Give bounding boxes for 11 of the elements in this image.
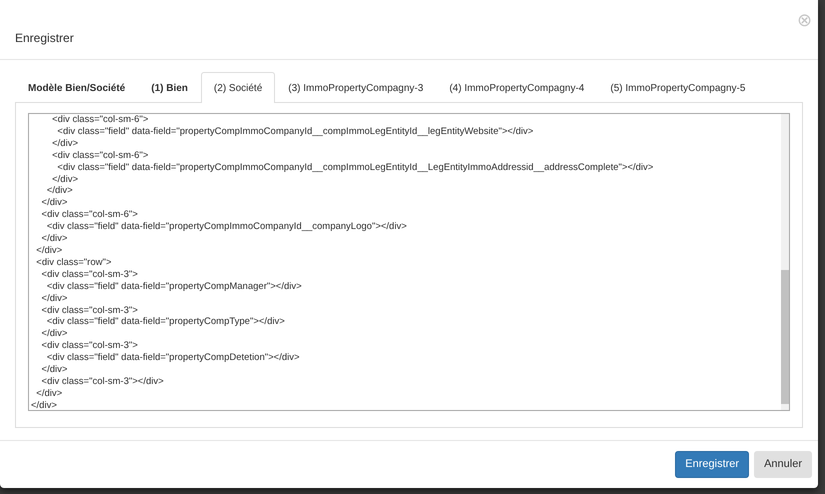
dialog-title: Enregistrer [15,30,74,46]
tab[interactable]: (5) ImmoPropertyCompagny-5 [597,72,758,103]
save-button[interactable]: Enregistrer [675,451,750,478]
tab[interactable]: (4) ImmoPropertyCompagny-4 [436,72,598,103]
tab[interactable]: (1) Bien [138,72,201,103]
tab[interactable]: (3) ImmoPropertyCompagny-3 [275,72,436,103]
cancel-button[interactable]: Annuler [754,451,812,478]
tab[interactable]: (2) Société [200,72,276,103]
scrollbar[interactable] [781,114,789,410]
tab[interactable]: Modèle Bien/Société [15,72,138,103]
scrollbar-thumb[interactable] [781,270,789,404]
